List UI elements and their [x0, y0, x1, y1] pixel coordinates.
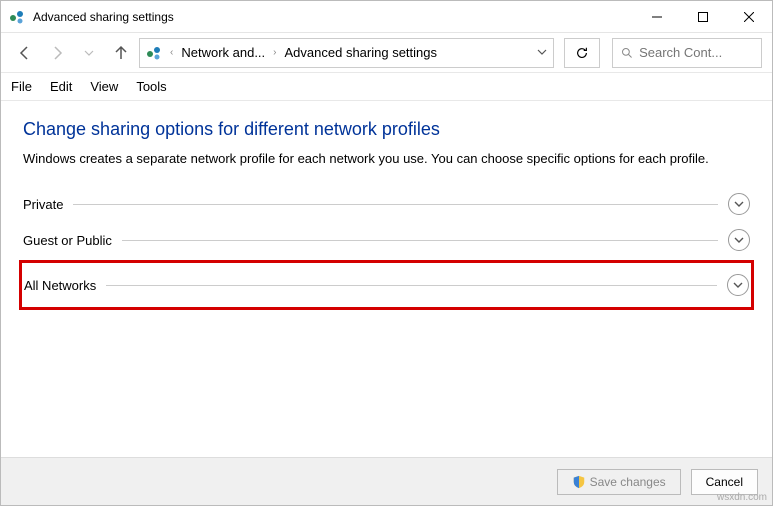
address-dropdown-icon[interactable] — [537, 44, 547, 62]
close-button[interactable] — [726, 1, 772, 32]
menu-tools[interactable]: Tools — [136, 79, 166, 94]
section-label: Guest or Public — [23, 233, 112, 248]
minimize-button[interactable] — [634, 1, 680, 32]
page-title: Change sharing options for different net… — [23, 119, 750, 140]
window-controls — [634, 1, 772, 32]
breadcrumb-separator-icon: ‹ — [168, 47, 175, 58]
maximize-button[interactable] — [680, 1, 726, 32]
forward-button[interactable] — [43, 39, 71, 67]
up-button[interactable] — [107, 39, 135, 67]
save-button-label: Save changes — [590, 475, 666, 489]
section-label: All Networks — [24, 278, 96, 293]
watermark-text: wsxdn.com — [717, 492, 767, 503]
content-area: Change sharing options for different net… — [1, 101, 772, 457]
menu-file[interactable]: File — [11, 79, 32, 94]
search-box[interactable] — [612, 38, 762, 68]
menu-bar: File Edit View Tools — [1, 73, 772, 101]
expand-button[interactable] — [727, 274, 749, 296]
expand-button[interactable] — [728, 229, 750, 251]
section-guest-public[interactable]: Guest or Public — [23, 222, 750, 258]
back-button[interactable] — [11, 39, 39, 67]
shield-icon — [572, 475, 586, 489]
breadcrumb-segment-2[interactable]: Advanced sharing settings — [285, 45, 437, 60]
search-input[interactable] — [639, 45, 753, 60]
divider-line — [106, 285, 717, 286]
page-description: Windows creates a separate network profi… — [23, 150, 750, 168]
navigation-bar: ‹ Network and... › Advanced sharing sett… — [1, 33, 772, 73]
section-label: Private — [23, 197, 63, 212]
search-icon — [621, 46, 633, 60]
menu-edit[interactable]: Edit — [50, 79, 72, 94]
section-private[interactable]: Private — [23, 186, 750, 222]
titlebar: Advanced sharing settings — [1, 1, 772, 33]
expand-button[interactable] — [728, 193, 750, 215]
address-bar[interactable]: ‹ Network and... › Advanced sharing sett… — [139, 38, 554, 68]
divider-line — [73, 204, 718, 205]
menu-view[interactable]: View — [90, 79, 118, 94]
footer-bar: Save changes Cancel — [1, 457, 772, 505]
cancel-button-label: Cancel — [706, 475, 743, 489]
address-icon — [146, 45, 162, 61]
cancel-button[interactable]: Cancel — [691, 469, 758, 495]
divider-line — [122, 240, 718, 241]
highlight-annotation: All Networks — [19, 260, 754, 310]
breadcrumb-segment-1[interactable]: Network and... — [181, 45, 265, 60]
window-title: Advanced sharing settings — [33, 10, 634, 24]
recent-dropdown-icon[interactable] — [75, 39, 103, 67]
breadcrumb-separator-icon: › — [271, 47, 278, 58]
save-changes-button[interactable]: Save changes — [557, 469, 681, 495]
network-share-icon — [9, 9, 25, 25]
refresh-button[interactable] — [564, 38, 600, 68]
window-frame: Advanced sharing settings ‹ Network and.… — [0, 0, 773, 506]
section-all-networks[interactable]: All Networks — [24, 267, 749, 303]
